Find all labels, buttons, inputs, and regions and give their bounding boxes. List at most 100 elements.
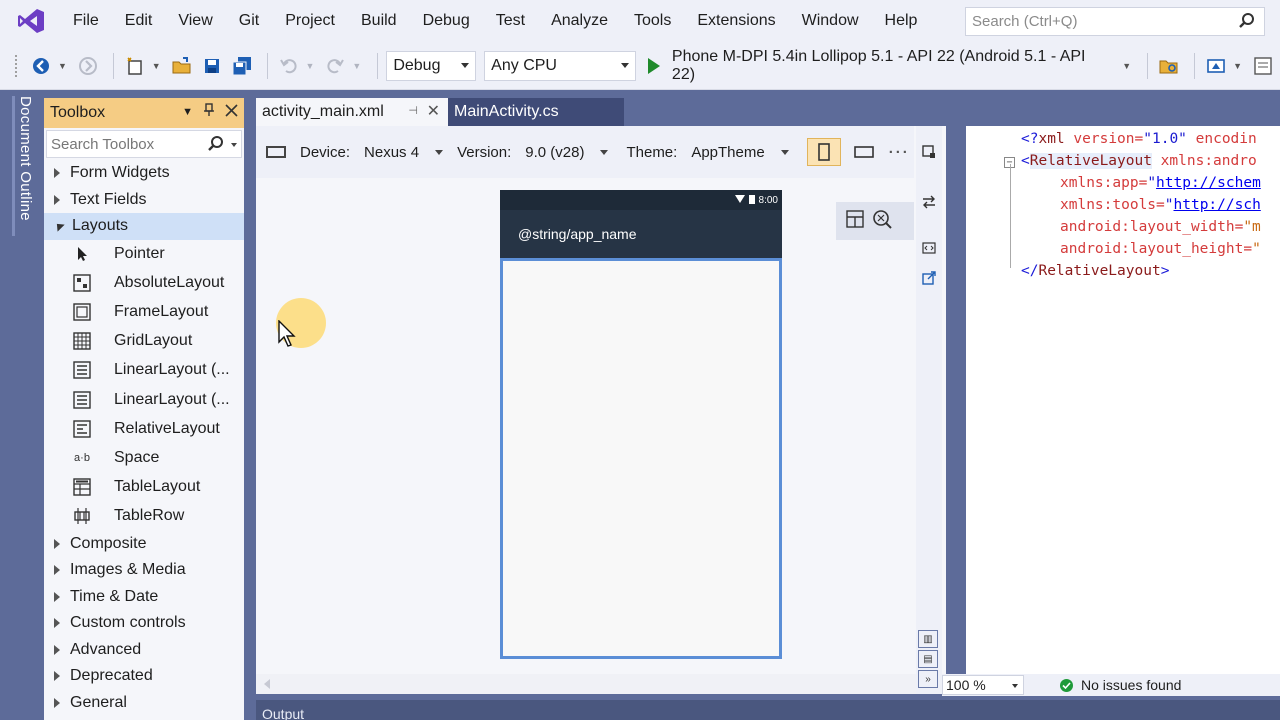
menu-file[interactable]: File [60, 0, 112, 42]
zoom-level-select[interactable]: 100 % [942, 675, 1024, 695]
designer-horizontal-scrollbar[interactable] [256, 674, 916, 694]
menu-project[interactable]: Project [272, 0, 348, 42]
version-select[interactable]: 9.0 (v28) [525, 144, 584, 161]
chevron-down-icon[interactable] [780, 149, 789, 155]
undo-icon[interactable] [276, 53, 302, 79]
collapse-pane-icon[interactable]: » [918, 670, 938, 688]
zoom-fit-icon[interactable] [872, 209, 892, 233]
tool-tablelayout[interactable]: TableLayout [44, 472, 244, 501]
undo-dropdown-icon[interactable]: ▼ [306, 61, 315, 71]
toolbar-grip[interactable] [14, 53, 18, 78]
toolbox-category-advanced[interactable]: Advanced [44, 636, 244, 663]
tool-gridlayout[interactable]: GridLayout [44, 327, 244, 356]
menu-help[interactable]: Help [872, 0, 931, 42]
toolbox-category-images-media[interactable]: Images & Media [44, 557, 244, 584]
menu-git[interactable]: Git [226, 0, 272, 42]
scroll-left-icon[interactable] [264, 679, 270, 689]
folder-search-icon[interactable] [1156, 53, 1182, 79]
chevron-down-icon[interactable] [231, 143, 237, 147]
output-window-tab[interactable]: Output [256, 700, 1280, 720]
tool-linearlayout-vertical[interactable]: LinearLayout (... [44, 356, 244, 385]
xml-source-editor[interactable]: <?xml version="1.0" encodin − <RelativeL… [966, 126, 1280, 674]
save-icon[interactable] [199, 53, 225, 79]
menu-extensions[interactable]: Extensions [684, 0, 788, 42]
toolbox-category-custom-controls[interactable]: Custom controls [44, 610, 244, 637]
back-dropdown-icon[interactable]: ▼ [58, 61, 67, 71]
tab-mainactivity-cs[interactable]: MainActivity.cs [448, 98, 624, 126]
menu-edit[interactable]: Edit [112, 0, 166, 42]
pop-out-icon[interactable] [919, 268, 939, 288]
vertical-split-icon[interactable]: ▥ [918, 630, 938, 648]
visual-studio-logo-icon[interactable] [16, 6, 46, 36]
close-tab-icon[interactable]: ✕ [427, 101, 440, 121]
toolbox-category-deprecated[interactable]: Deprecated [44, 663, 244, 690]
menu-analyze[interactable]: Analyze [538, 0, 621, 42]
toolbox-category-form-widgets[interactable]: Form Widgets [44, 160, 244, 187]
menu-window[interactable]: Window [789, 0, 872, 42]
toolbox-category-general[interactable]: General [44, 689, 244, 716]
design-view-icon[interactable] [919, 142, 939, 162]
layout-bounds-icon[interactable] [846, 210, 864, 232]
toolbox-category-text-fields[interactable]: Text Fields [44, 187, 244, 214]
redo-dropdown-icon[interactable]: ▼ [352, 61, 361, 71]
forward-icon[interactable] [75, 53, 101, 79]
tool-linearlayout-horizontal[interactable]: LinearLayout (... [44, 385, 244, 414]
tool-absolutelayout[interactable]: AbsoluteLayout [44, 269, 244, 298]
toolbox-category-layouts[interactable]: Layouts [44, 213, 244, 240]
portrait-orientation-icon[interactable] [806, 138, 841, 166]
pin-icon[interactable] [203, 103, 215, 120]
close-icon[interactable] [225, 103, 238, 120]
open-folder-icon[interactable] [169, 53, 195, 79]
check-circle-icon [1060, 678, 1073, 692]
new-project-icon[interactable] [122, 53, 148, 79]
swap-panes-icon[interactable] [919, 192, 939, 212]
toolbar-overflow-icon[interactable]: ▼ [1233, 61, 1242, 71]
phone-status-bar: 8:00 [500, 190, 782, 210]
redo-icon[interactable] [322, 53, 348, 79]
pin-tab-icon[interactable]: ⊣ [408, 104, 418, 117]
back-icon[interactable] [28, 53, 54, 79]
window-position-dropdown-icon[interactable]: ▼ [182, 106, 193, 118]
tool-label: LinearLayout (... [114, 361, 230, 379]
source-view-icon[interactable] [919, 238, 939, 258]
relative-layout-root[interactable] [500, 258, 782, 659]
chevron-down-icon[interactable] [600, 149, 609, 155]
toolbox-search-input[interactable]: Search Toolbox [46, 130, 242, 158]
sdk-manager-icon[interactable] [1250, 53, 1276, 79]
landscape-orientation-icon[interactable] [849, 138, 879, 166]
xmlns-tools-line: xmlns:tools="http://sch [1060, 197, 1261, 213]
menu-build[interactable]: Build [348, 0, 410, 42]
relativelayout-close-line: </RelativeLayout> [1021, 263, 1170, 279]
android-device-manager-icon[interactable] [1203, 53, 1229, 79]
save-all-icon[interactable] [229, 53, 255, 79]
toolbox-category-composite[interactable]: Composite [44, 530, 244, 557]
device-select[interactable]: Nexus 4 [364, 144, 419, 161]
tab-activity-main-xml[interactable]: activity_main.xml ⊣ ✕ [256, 98, 448, 126]
tool-relativelayout[interactable]: RelativeLayout [44, 414, 244, 443]
start-debugging-button[interactable]: Phone M-DPI 5.4in Lollipop 5.1 - API 22 … [647, 48, 1112, 84]
solution-platform-select[interactable]: Any CPU [484, 50, 636, 81]
run-target-dropdown-icon[interactable]: ▼ [1122, 61, 1131, 71]
menu-view[interactable]: View [165, 0, 225, 42]
tool-framelayout[interactable]: FrameLayout [44, 298, 244, 327]
horizontal-split-icon[interactable]: ▤ [918, 650, 938, 668]
tool-pointer[interactable]: Pointer [44, 240, 244, 269]
phone-app-bar[interactable]: @string/app_name [500, 210, 782, 258]
theme-select[interactable]: AppTheme [691, 144, 764, 161]
issues-status[interactable]: No issues found [1081, 677, 1181, 693]
tool-space[interactable]: a·b Space [44, 443, 244, 472]
tool-tablerow[interactable]: TableRow [44, 501, 244, 530]
solution-configuration-select[interactable]: Debug [386, 50, 477, 81]
search-input[interactable]: Search (Ctrl+Q) [965, 7, 1265, 36]
toolbox-title-bar[interactable]: Toolbox ▼ [44, 98, 244, 128]
designer-toolbar: Device: Nexus 4 Version: 9.0 (v28) Theme… [256, 126, 914, 178]
menu-debug[interactable]: Debug [410, 0, 483, 42]
toolbox-category-time-date[interactable]: Time & Date [44, 583, 244, 610]
new-dropdown-icon[interactable]: ▼ [152, 61, 161, 71]
chevron-down-icon[interactable] [435, 149, 444, 155]
design-canvas[interactable]: 8:00 @string/app_name [256, 178, 914, 694]
menu-test[interactable]: Test [483, 0, 538, 42]
menu-tools[interactable]: Tools [621, 0, 684, 42]
document-outline-tab[interactable]: Document Outline [12, 96, 34, 236]
more-options-icon[interactable]: ··· [889, 144, 910, 161]
